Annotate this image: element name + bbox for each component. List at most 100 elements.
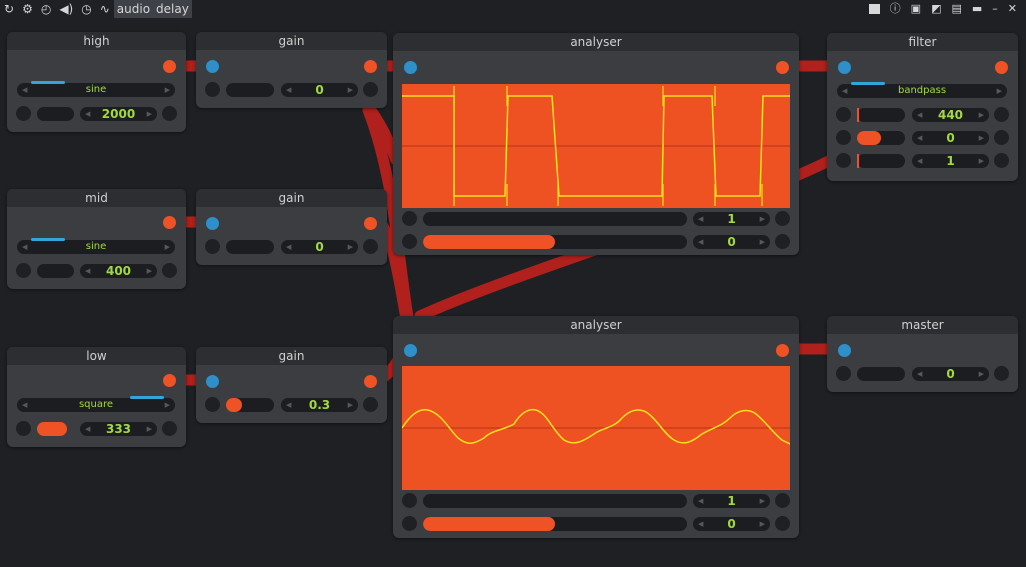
output-port-2[interactable] — [775, 516, 790, 531]
modulation-port[interactable] — [16, 263, 31, 278]
input-port[interactable] — [206, 217, 219, 230]
minimize-icon[interactable]: – — [987, 0, 1003, 18]
input-port[interactable] — [206, 60, 219, 73]
output-port[interactable] — [163, 374, 176, 387]
analyser-node-top[interactable]: analyser ◀ 1 ▶ ◀ 0 ▶ — [393, 33, 799, 255]
analyser-field-1[interactable]: ◀ 1 ▶ — [693, 212, 770, 226]
gain-port[interactable] — [363, 82, 378, 97]
output-port-1[interactable] — [775, 211, 790, 226]
frequency-field[interactable]: ◀ 333 ▶ — [80, 422, 157, 436]
input-port[interactable] — [838, 344, 851, 357]
terminal-icon[interactable] — [864, 0, 885, 18]
oscillator-node-high[interactable]: high ◀ sine ▶ ◀ 2000 ▶ — [7, 32, 186, 132]
output-port-2[interactable] — [775, 234, 790, 249]
input-port[interactable] — [404, 344, 417, 357]
filter-node[interactable]: filter ◀ bandpass ▶ ◀ 440 ▶ ◀ 0 ▶ ◀ 1 ▶ — [827, 33, 1018, 181]
clock-icon[interactable]: ◷ — [77, 0, 95, 18]
menu-audio[interactable]: audio — [113, 0, 154, 18]
waveform-select[interactable]: ◀ square ▶ — [17, 396, 175, 412]
gain-port[interactable] — [994, 130, 1009, 145]
gain-slider-knob[interactable] — [857, 131, 881, 145]
refresh-icon[interactable]: ↻ — [0, 0, 18, 18]
filter-type-select[interactable]: ◀ bandpass ▶ — [837, 82, 1007, 98]
analyser-field-2[interactable]: ◀ 0 ▶ — [693, 235, 770, 249]
gain-field[interactable]: ◀ 0.3 ▶ — [281, 398, 358, 412]
output-port-1[interactable] — [775, 493, 790, 508]
frequency-port[interactable] — [994, 107, 1009, 122]
analyser-field-2[interactable]: ◀ 0 ▶ — [693, 517, 770, 531]
close-icon[interactable]: ✕ — [1003, 0, 1022, 18]
analyser-level-bar[interactable] — [423, 517, 687, 531]
gain-node-high[interactable]: gain ◀ 0 ▶ — [196, 32, 387, 108]
toggle-switch[interactable] — [37, 264, 74, 278]
gain-port[interactable] — [363, 239, 378, 254]
gain-mod-port[interactable] — [836, 366, 851, 381]
info-icon[interactable]: ⓘ — [885, 0, 906, 18]
frequency-port[interactable] — [162, 421, 177, 436]
toggle-switch[interactable] — [37, 107, 74, 121]
analyser-slider-1[interactable] — [423, 494, 687, 508]
analyser-field-1[interactable]: ◀ 1 ▶ — [693, 494, 770, 508]
input-port[interactable] — [838, 61, 851, 74]
speaker-icon[interactable]: ◀) — [55, 0, 77, 18]
gain-modulation-port[interactable] — [205, 82, 220, 97]
output-port[interactable] — [776, 61, 789, 74]
frequency-slider[interactable] — [857, 108, 905, 122]
gain-modulation-port[interactable] — [205, 397, 220, 412]
output-port[interactable] — [163, 60, 176, 73]
modulation-port[interactable] — [16, 421, 31, 436]
folder-icon[interactable]: ▬ — [967, 0, 987, 18]
gear-icon[interactable]: ⚙ — [18, 0, 37, 18]
gain-slider[interactable] — [226, 398, 274, 412]
gain-port[interactable] — [363, 397, 378, 412]
gain-field[interactable]: ◀ 0 ▶ — [281, 240, 358, 254]
gain-slider[interactable] — [226, 240, 274, 254]
pulse-icon[interactable]: ∿ — [96, 0, 114, 18]
output-port[interactable] — [364, 60, 377, 73]
gain-node-low[interactable]: gain ◀ 0.3 ▶ — [196, 347, 387, 423]
master-slider[interactable] — [857, 367, 905, 381]
input-port-1[interactable] — [402, 493, 417, 508]
input-port-1[interactable] — [402, 211, 417, 226]
output-port[interactable] — [995, 61, 1008, 74]
waveform-select[interactable]: ◀ sine ▶ — [17, 238, 175, 254]
output-port[interactable] — [364, 217, 377, 230]
oscillator-node-mid[interactable]: mid ◀ sine ▶ ◀ 400 ▶ — [7, 189, 186, 289]
frequency-field[interactable]: ◀ 400 ▶ — [80, 264, 157, 278]
gauge-icon[interactable]: ◴ — [37, 0, 55, 18]
menu-delay[interactable]: delay — [153, 0, 192, 18]
input-port-2[interactable] — [402, 516, 417, 531]
analyser-level-bar[interactable] — [423, 235, 687, 249]
gain-mod-port[interactable] — [836, 130, 851, 145]
q-slider[interactable] — [857, 154, 905, 168]
oscillator-node-low[interactable]: low ◀ square ▶ ◀ 333 ▶ — [7, 347, 186, 447]
gain-field[interactable]: ◀ 0 ▶ — [912, 131, 989, 145]
modulation-port[interactable] — [16, 106, 31, 121]
output-port[interactable] — [776, 344, 789, 357]
frequency-port[interactable] — [162, 106, 177, 121]
master-node[interactable]: master ◀ 0 ▶ — [827, 316, 1018, 392]
edit-icon[interactable]: ◩ — [926, 0, 946, 18]
gain-slider-knob[interactable] — [226, 398, 242, 412]
output-port[interactable] — [163, 216, 176, 229]
frequency-mod-port[interactable] — [836, 107, 851, 122]
copy-icon[interactable]: ▣ — [906, 0, 926, 18]
q-mod-port[interactable] — [836, 153, 851, 168]
output-port[interactable] — [364, 375, 377, 388]
gain-modulation-port[interactable] — [205, 239, 220, 254]
input-port[interactable] — [404, 61, 417, 74]
toggle-switch[interactable] — [37, 422, 67, 436]
analyser-slider-1[interactable] — [423, 212, 687, 226]
frequency-port[interactable] — [162, 263, 177, 278]
gain-slider[interactable] — [857, 131, 905, 145]
q-port[interactable] — [994, 153, 1009, 168]
gain-field[interactable]: ◀ 0 ▶ — [281, 83, 358, 97]
analyser-node-bottom[interactable]: analyser ◀ 1 ▶ ◀ 0 ▶ — [393, 316, 799, 538]
frequency-field[interactable]: ◀ 2000 ▶ — [80, 107, 157, 121]
waveform-select[interactable]: ◀ sine ▶ — [17, 81, 175, 97]
input-port[interactable] — [206, 375, 219, 388]
document-icon[interactable]: ▤ — [946, 0, 966, 18]
gain-slider[interactable] — [226, 83, 274, 97]
gain-node-mid[interactable]: gain ◀ 0 ▶ — [196, 189, 387, 265]
input-port-2[interactable] — [402, 234, 417, 249]
